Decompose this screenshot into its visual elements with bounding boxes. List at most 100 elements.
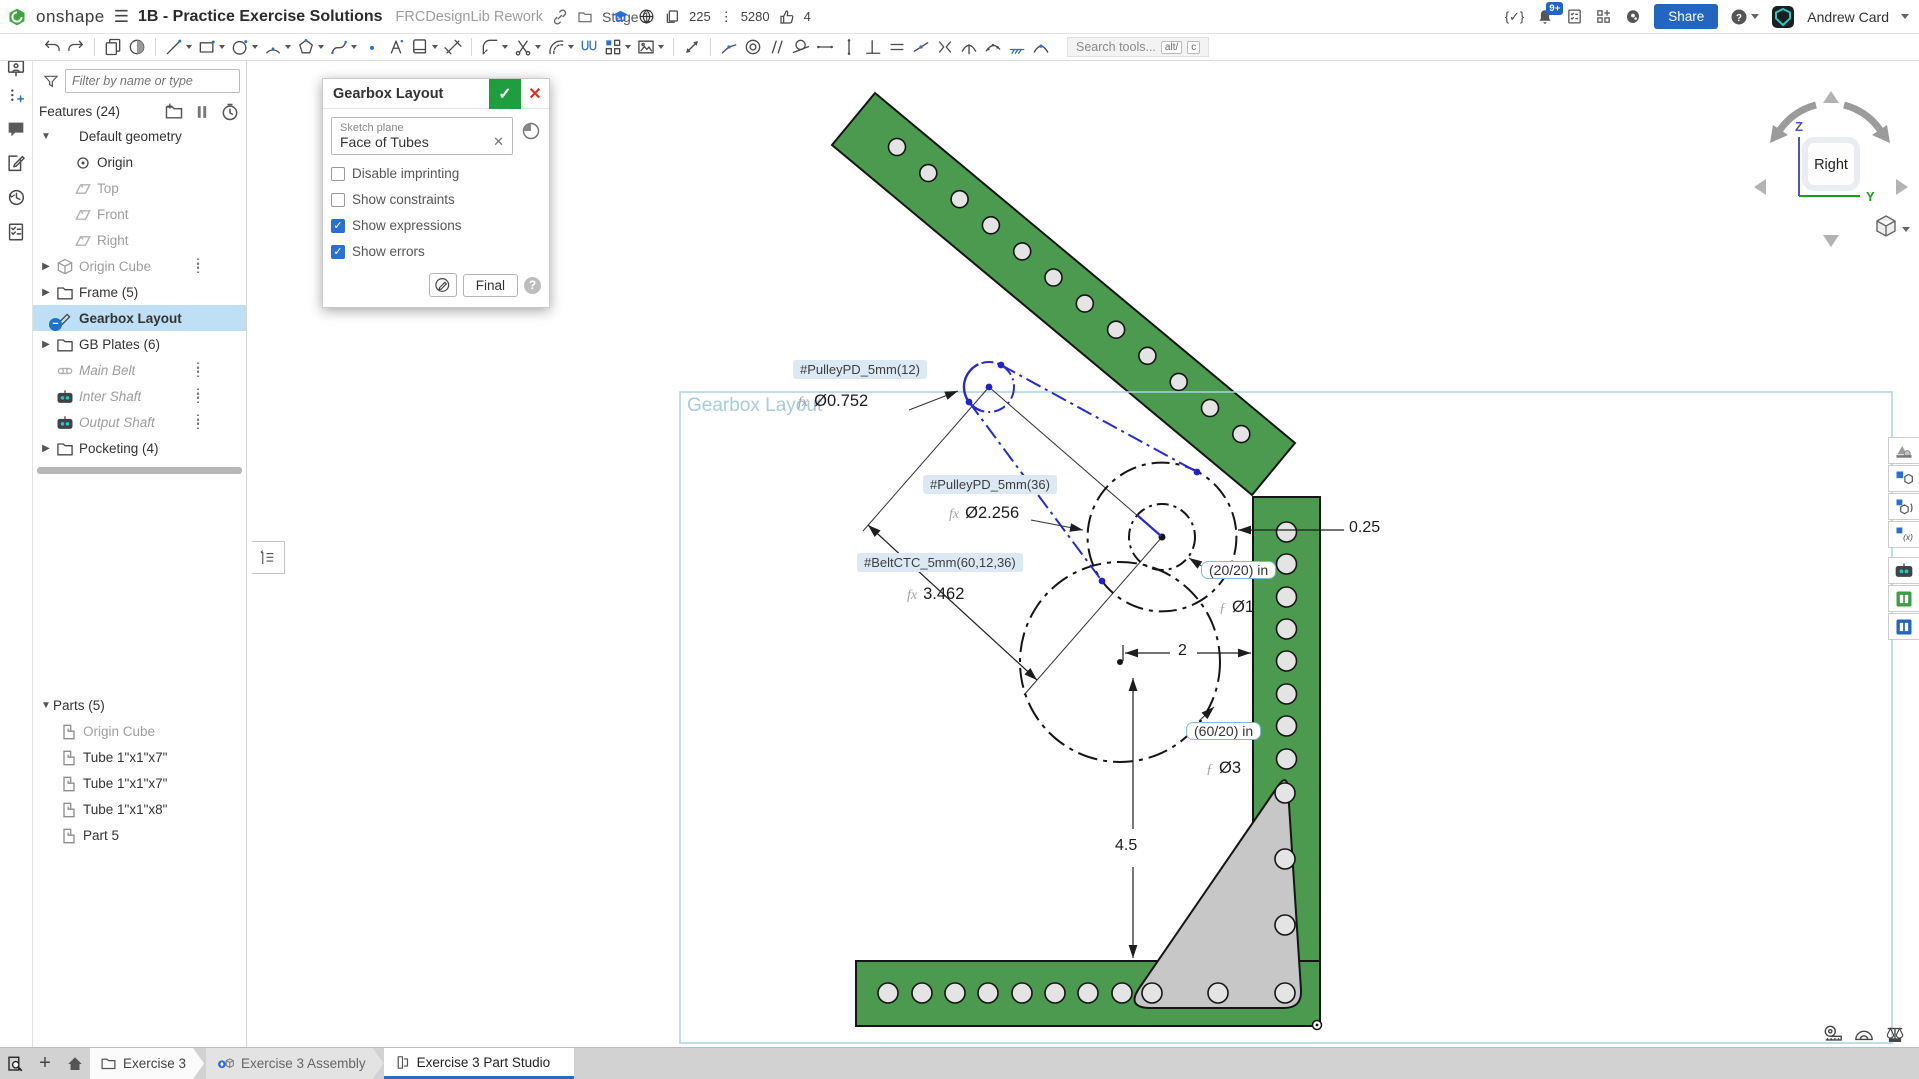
point-tool[interactable] bbox=[360, 35, 384, 59]
constraint-tangent[interactable] bbox=[789, 35, 813, 59]
sketch-mode-button[interactable] bbox=[429, 273, 457, 297]
feature-item-gb-plates-6-[interactable]: ▶ GB Plates (6) bbox=[33, 331, 246, 357]
tree-chevron[interactable]: ▶ bbox=[39, 287, 53, 298]
final-button[interactable]: Final bbox=[463, 274, 518, 297]
polygon-tool[interactable] bbox=[294, 35, 327, 59]
constraint-equal[interactable] bbox=[885, 35, 909, 59]
feature-item-right[interactable]: Right bbox=[33, 227, 246, 253]
circle-tool-dropdown[interactable] bbox=[252, 45, 258, 49]
feature-item-gearbox-layout[interactable]: − Gearbox Layout bbox=[33, 305, 246, 331]
search-tools[interactable]: Search tools...alt/c bbox=[1067, 37, 1209, 57]
edit-icon[interactable] bbox=[5, 152, 27, 174]
checkbox[interactable]: ✓ bbox=[331, 245, 345, 259]
cancel-button[interactable]: ✕ bbox=[521, 79, 549, 109]
avatar[interactable] bbox=[1771, 5, 1795, 29]
insert-icon[interactable] bbox=[5, 86, 27, 108]
option-show-constraints[interactable]: Show constraints bbox=[331, 192, 541, 207]
insert-image-tool[interactable] bbox=[634, 35, 667, 59]
panel-scrollbar[interactable] bbox=[37, 467, 242, 474]
clear-selection-icon[interactable]: ✕ bbox=[493, 134, 504, 150]
user-name[interactable]: Andrew Card bbox=[1807, 9, 1889, 25]
text-tool[interactable] bbox=[384, 35, 408, 59]
document-tab-2[interactable]: Exercise 3 Assembly bbox=[206, 1048, 384, 1079]
feature-state-dots[interactable]: ⋮⋮ bbox=[192, 261, 204, 271]
feature-item-default-geometry[interactable]: ▼ Default geometry bbox=[33, 123, 246, 149]
spline-tool[interactable] bbox=[327, 35, 360, 59]
tape-measure-tool-icon[interactable] bbox=[1822, 1024, 1844, 1044]
filter-input[interactable] bbox=[65, 69, 240, 93]
apps-grid-icon[interactable] bbox=[1595, 8, 1612, 25]
main-menu-icon[interactable]: ☰ bbox=[114, 7, 129, 27]
feature-item-frame-5-[interactable]: ▶ Frame (5) bbox=[33, 279, 246, 305]
rectangle-tool[interactable] bbox=[195, 35, 228, 59]
dimension-tool[interactable] bbox=[441, 35, 465, 59]
part-item-tube-1-x1-x8-[interactable]: Tube 1"x1"x8" bbox=[33, 796, 246, 822]
offset-tool-dropdown[interactable] bbox=[568, 45, 574, 49]
variables-panel-tab[interactable]: (x) bbox=[1888, 521, 1919, 548]
featurescript-check-icon[interactable]: {✓} bbox=[1505, 9, 1525, 25]
trim-tool[interactable] bbox=[511, 35, 544, 59]
view-cube[interactable]: Z Y Right bbox=[1740, 75, 1919, 260]
pattern-tool[interactable] bbox=[601, 35, 634, 59]
part-item-origin-cube[interactable]: Origin Cube bbox=[33, 718, 246, 744]
checkbox[interactable] bbox=[331, 193, 345, 207]
trim-tool-dropdown[interactable] bbox=[535, 45, 541, 49]
fillet-tool-dropdown[interactable] bbox=[502, 45, 508, 49]
feature-state-dots[interactable]: ⋮⋮ bbox=[192, 391, 204, 401]
feature-state-dots[interactable]: ⋮⋮ bbox=[192, 417, 204, 427]
history-clock-icon[interactable] bbox=[220, 102, 240, 120]
fillet-tool[interactable] bbox=[478, 35, 511, 59]
feature-list-flyout-button[interactable] bbox=[252, 541, 285, 574]
link-icon[interactable] bbox=[552, 9, 568, 25]
constraint-curve-pattern[interactable] bbox=[981, 35, 1005, 59]
gusset-plate[interactable] bbox=[1135, 780, 1302, 1008]
constraint-horizontal[interactable] bbox=[813, 35, 837, 59]
parts-header-row[interactable]: ▼ Parts (5) bbox=[33, 692, 246, 718]
paste-sketch-button[interactable] bbox=[101, 35, 125, 59]
dialog-help-icon[interactable]: ? bbox=[524, 277, 541, 294]
feature-item-origin[interactable]: Origin bbox=[33, 149, 246, 175]
configurations-panel-tab[interactable] bbox=[1888, 465, 1919, 492]
appearance-panel-tab[interactable] bbox=[1888, 437, 1919, 464]
document-tab-1[interactable]: Exercise 3 bbox=[90, 1048, 204, 1079]
suppress-clock-icon[interactable] bbox=[521, 121, 541, 141]
constraint-symmetric[interactable] bbox=[933, 35, 957, 59]
rectangle-tool-dropdown[interactable] bbox=[219, 45, 225, 49]
learning-center-icon[interactable] bbox=[1624, 8, 1642, 26]
constraint-coincident[interactable] bbox=[717, 35, 741, 59]
tree-chevron[interactable]: ▼ bbox=[39, 131, 53, 142]
checkbox[interactable]: ✓ bbox=[331, 219, 345, 233]
feature-item-front[interactable]: Front bbox=[33, 201, 246, 227]
constraint-fix[interactable] bbox=[1005, 35, 1029, 59]
tree-chevron[interactable]: ▶ bbox=[39, 339, 53, 350]
tasks-icon[interactable] bbox=[5, 221, 27, 243]
blue-library-panel-tab[interactable] bbox=[1888, 613, 1919, 640]
part-item-tube-1-x1-x7-[interactable]: Tube 1"x1"x7" bbox=[33, 770, 246, 796]
search-tabs-icon[interactable] bbox=[0, 1048, 30, 1079]
pattern-tool-dropdown[interactable] bbox=[625, 45, 631, 49]
constraint-pierce[interactable] bbox=[1029, 35, 1053, 59]
home-icon[interactable] bbox=[60, 1048, 90, 1079]
mirror-tool[interactable] bbox=[577, 35, 601, 59]
tree-chevron[interactable]: ▶ bbox=[39, 261, 53, 272]
featurescript-panel-tab[interactable] bbox=[1888, 493, 1919, 520]
share-button[interactable]: Share bbox=[1654, 4, 1718, 29]
offset-tool[interactable] bbox=[544, 35, 577, 59]
checkbox[interactable] bbox=[331, 167, 345, 181]
option-show-errors[interactable]: ✓ Show errors bbox=[331, 244, 541, 259]
document-tab-3[interactable]: Exercise 3 Part Studio bbox=[384, 1048, 575, 1079]
part-item-tube-1-x1-x7-[interactable]: Tube 1"x1"x7" bbox=[33, 744, 246, 770]
feature-item-output-shaft[interactable]: Output Shaft ⋮⋮ bbox=[33, 409, 246, 435]
protractor-tool-icon[interactable] bbox=[1853, 1024, 1875, 1044]
arc-tool-dropdown[interactable] bbox=[285, 45, 291, 49]
robot-addon-panel-tab[interactable] bbox=[1888, 557, 1919, 584]
comment-icon[interactable] bbox=[5, 118, 27, 140]
feature-item-pocketing-4-[interactable]: ▶ Pocketing (4) bbox=[33, 435, 246, 461]
feature-item-top[interactable]: Top bbox=[33, 175, 246, 201]
line-tool-dropdown[interactable] bbox=[186, 45, 192, 49]
redo-button[interactable] bbox=[64, 35, 88, 59]
constraint-midpoint[interactable] bbox=[909, 35, 933, 59]
option-disable-imprinting[interactable]: Disable imprinting bbox=[331, 166, 541, 181]
likes-icon[interactable] bbox=[779, 9, 795, 25]
insert-image-tool-dropdown[interactable] bbox=[658, 45, 664, 49]
